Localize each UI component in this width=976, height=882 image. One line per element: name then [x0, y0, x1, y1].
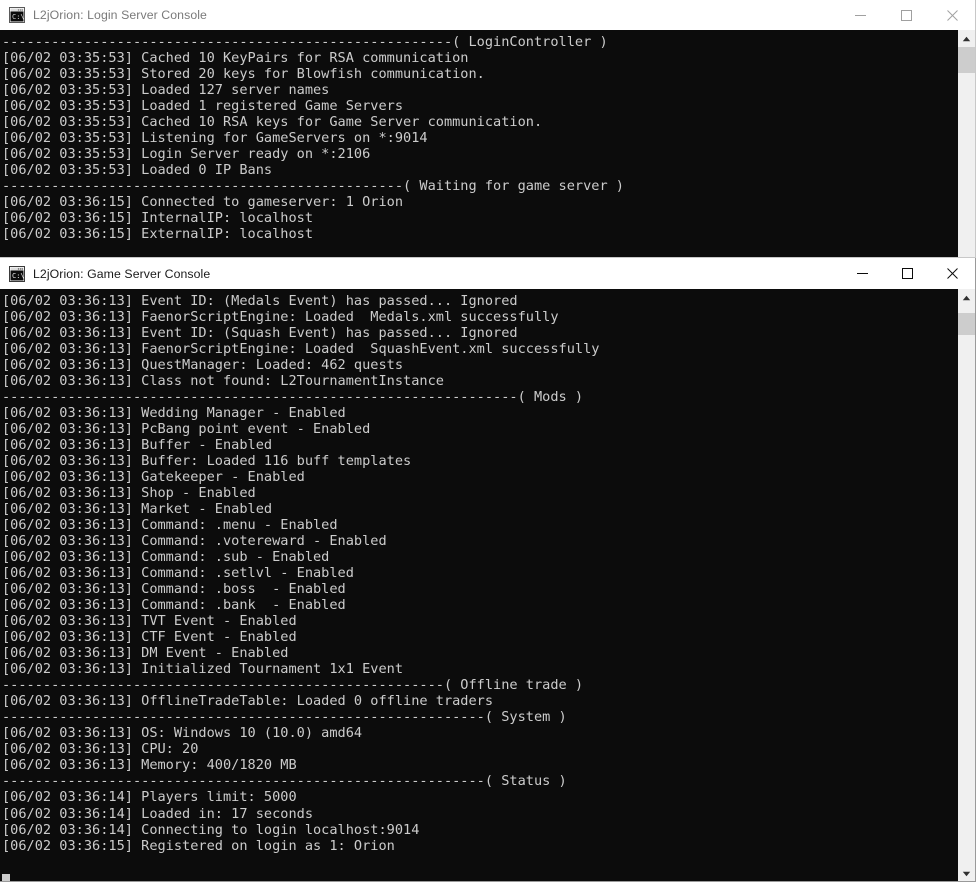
console-line: [06/02 03:36:13] FaenorScriptEngine: Loa… — [2, 341, 600, 358]
console-line: [06/02 03:36:13] Memory: 400/1820 MB — [2, 757, 297, 774]
console-area-login: ----------------------------------------… — [0, 30, 975, 257]
console-line: [06/02 03:36:14] Connecting to login loc… — [2, 821, 420, 838]
scroll-down-arrow-icon[interactable] — [958, 865, 975, 881]
console-line: [06/02 03:36:13] OfflineTradeTable: Load… — [2, 693, 494, 710]
window-title-login: L2jOrion: Login Server Console — [33, 8, 207, 22]
scrollbar-thumb[interactable] — [958, 313, 975, 335]
window-title-game: L2jOrion: Game Server Console — [33, 266, 211, 281]
console-line: [06/02 03:36:13] Buffer - Enabled — [2, 437, 273, 454]
svg-text:C:\: C:\ — [12, 272, 25, 280]
console-line: [06/02 03:36:15] Registered on login as … — [2, 837, 395, 854]
desktop: C:\ L2jOrion: Login Server Console -----… — [0, 0, 976, 882]
console-output-login[interactable]: ----------------------------------------… — [0, 30, 957, 257]
console-line: [06/02 03:35:53] Loaded 0 IP Bans — [2, 162, 273, 179]
console-line: [06/02 03:35:53] Login Server ready on *… — [2, 146, 371, 163]
console-line: [06/02 03:36:15] InternalIP: localhost — [2, 210, 313, 227]
maximize-button[interactable] — [885, 258, 930, 289]
console-line: [06/02 03:36:15] Connected to gameserver… — [2, 194, 404, 211]
console-line: [06/02 03:36:13] FaenorScriptEngine: Loa… — [2, 309, 559, 326]
console-line: [06/02 03:36:14] Loaded in: 17 seconds — [2, 805, 313, 822]
vertical-scrollbar-login[interactable] — [957, 30, 975, 257]
window-game-server-console[interactable]: C:\ L2jOrion: Game Server Console [06/02… — [0, 258, 976, 882]
console-line: [06/02 03:36:13] Shop - Enabled — [2, 485, 256, 502]
scroll-up-arrow-icon[interactable] — [958, 289, 975, 306]
console-line: [06/02 03:36:13] DM Event - Enabled — [2, 645, 289, 662]
minimize-button[interactable] — [837, 0, 883, 30]
caption-buttons-login — [837, 0, 975, 30]
console-line: [06/02 03:36:13] Command: .sub - Enabled — [2, 549, 330, 566]
console-line: [06/02 03:35:53] Listening for GameServe… — [2, 130, 428, 147]
console-line: [06/02 03:36:13] Initialized Tournament … — [2, 661, 404, 678]
console-caret — [2, 870, 957, 881]
titlebar-login-server-console[interactable]: C:\ L2jOrion: Login Server Console — [0, 0, 975, 30]
console-line: [06/02 03:36:13] Command: .menu - Enable… — [2, 517, 338, 534]
console-line: [06/02 03:36:14] Players limit: 5000 — [2, 789, 297, 806]
console-line: [06/02 03:36:13] PcBang point event - En… — [2, 421, 371, 438]
console-line: [06/02 03:36:13] Command: .votereward - … — [2, 533, 387, 550]
console-line: [06/02 03:36:13] OS: Windows 10 (10.0) a… — [2, 725, 363, 742]
caption-buttons-game — [840, 258, 975, 289]
console-line: [06/02 03:36:13] Gatekeeper - Enabled — [2, 469, 305, 486]
vertical-scrollbar-game[interactable] — [957, 289, 975, 881]
console-line: ----------------------------------------… — [2, 389, 584, 406]
console-line: ----------------------------------------… — [2, 709, 567, 726]
console-line: ----------------------------------------… — [2, 677, 584, 694]
window-login-server-console[interactable]: C:\ L2jOrion: Login Server Console -----… — [0, 0, 976, 258]
console-line: [06/02 03:36:13] Market - Enabled — [2, 501, 273, 518]
svg-text:C:\: C:\ — [12, 13, 25, 21]
maximize-button[interactable] — [883, 0, 929, 30]
console-line: [06/02 03:36:13] TVT Event - Enabled — [2, 613, 297, 630]
console-line: [06/02 03:36:13] CTF Event - Enabled — [2, 629, 297, 646]
console-line: ----------------------------------------… — [2, 178, 624, 195]
console-line: [06/02 03:36:13] Event ID: (Squash Event… — [2, 325, 518, 342]
console-line: [06/02 03:35:53] Cached 10 RSA keys for … — [2, 114, 543, 131]
console-icon: C:\ — [9, 7, 25, 23]
console-output-game[interactable]: [06/02 03:36:13] Event ID: (Medals Event… — [0, 289, 957, 881]
console-icon: C:\ — [9, 265, 25, 282]
console-line: [06/02 03:36:13] Command: .boss - Enable… — [2, 581, 346, 598]
console-line: [06/02 03:36:15] ExternalIP: localhost — [2, 226, 313, 243]
console-line: [06/02 03:36:13] Class not found: L2Tour… — [2, 373, 444, 390]
console-line: [06/02 03:36:13] Command: .setlvl - Enab… — [2, 565, 354, 582]
console-line: [06/02 03:35:53] Loaded 1 registered Gam… — [2, 98, 404, 115]
console-line: [06/02 03:36:13] Buffer: Loaded 116 buff… — [2, 453, 412, 470]
scroll-up-arrow-icon[interactable] — [958, 30, 975, 47]
console-line: [06/02 03:36:13] QuestManager: Loaded: 4… — [2, 357, 404, 374]
console-line: [06/02 03:35:53] Stored 20 keys for Blow… — [2, 66, 485, 83]
close-button[interactable] — [930, 258, 975, 289]
console-line: [06/02 03:35:53] Cached 10 KeyPairs for … — [2, 50, 469, 67]
console-line: [06/02 03:36:13] Command: .bank - Enable… — [2, 597, 346, 614]
close-button[interactable] — [929, 0, 975, 30]
console-line: [06/02 03:36:13] CPU: 20 — [2, 741, 199, 758]
console-line: [06/02 03:36:13] Event ID: (Medals Event… — [2, 293, 518, 309]
console-area-game: [06/02 03:36:13] Event ID: (Medals Event… — [0, 289, 975, 881]
titlebar-game-server-console[interactable]: C:\ L2jOrion: Game Server Console — [0, 258, 975, 289]
console-line: ----------------------------------------… — [2, 34, 608, 50]
console-line: [06/02 03:36:13] Wedding Manager - Enabl… — [2, 405, 346, 422]
minimize-button[interactable] — [840, 258, 885, 289]
scrollbar-thumb[interactable] — [958, 47, 975, 73]
console-line: ----------------------------------------… — [2, 773, 567, 790]
console-line: [06/02 03:35:53] Loaded 127 server names — [2, 82, 330, 99]
